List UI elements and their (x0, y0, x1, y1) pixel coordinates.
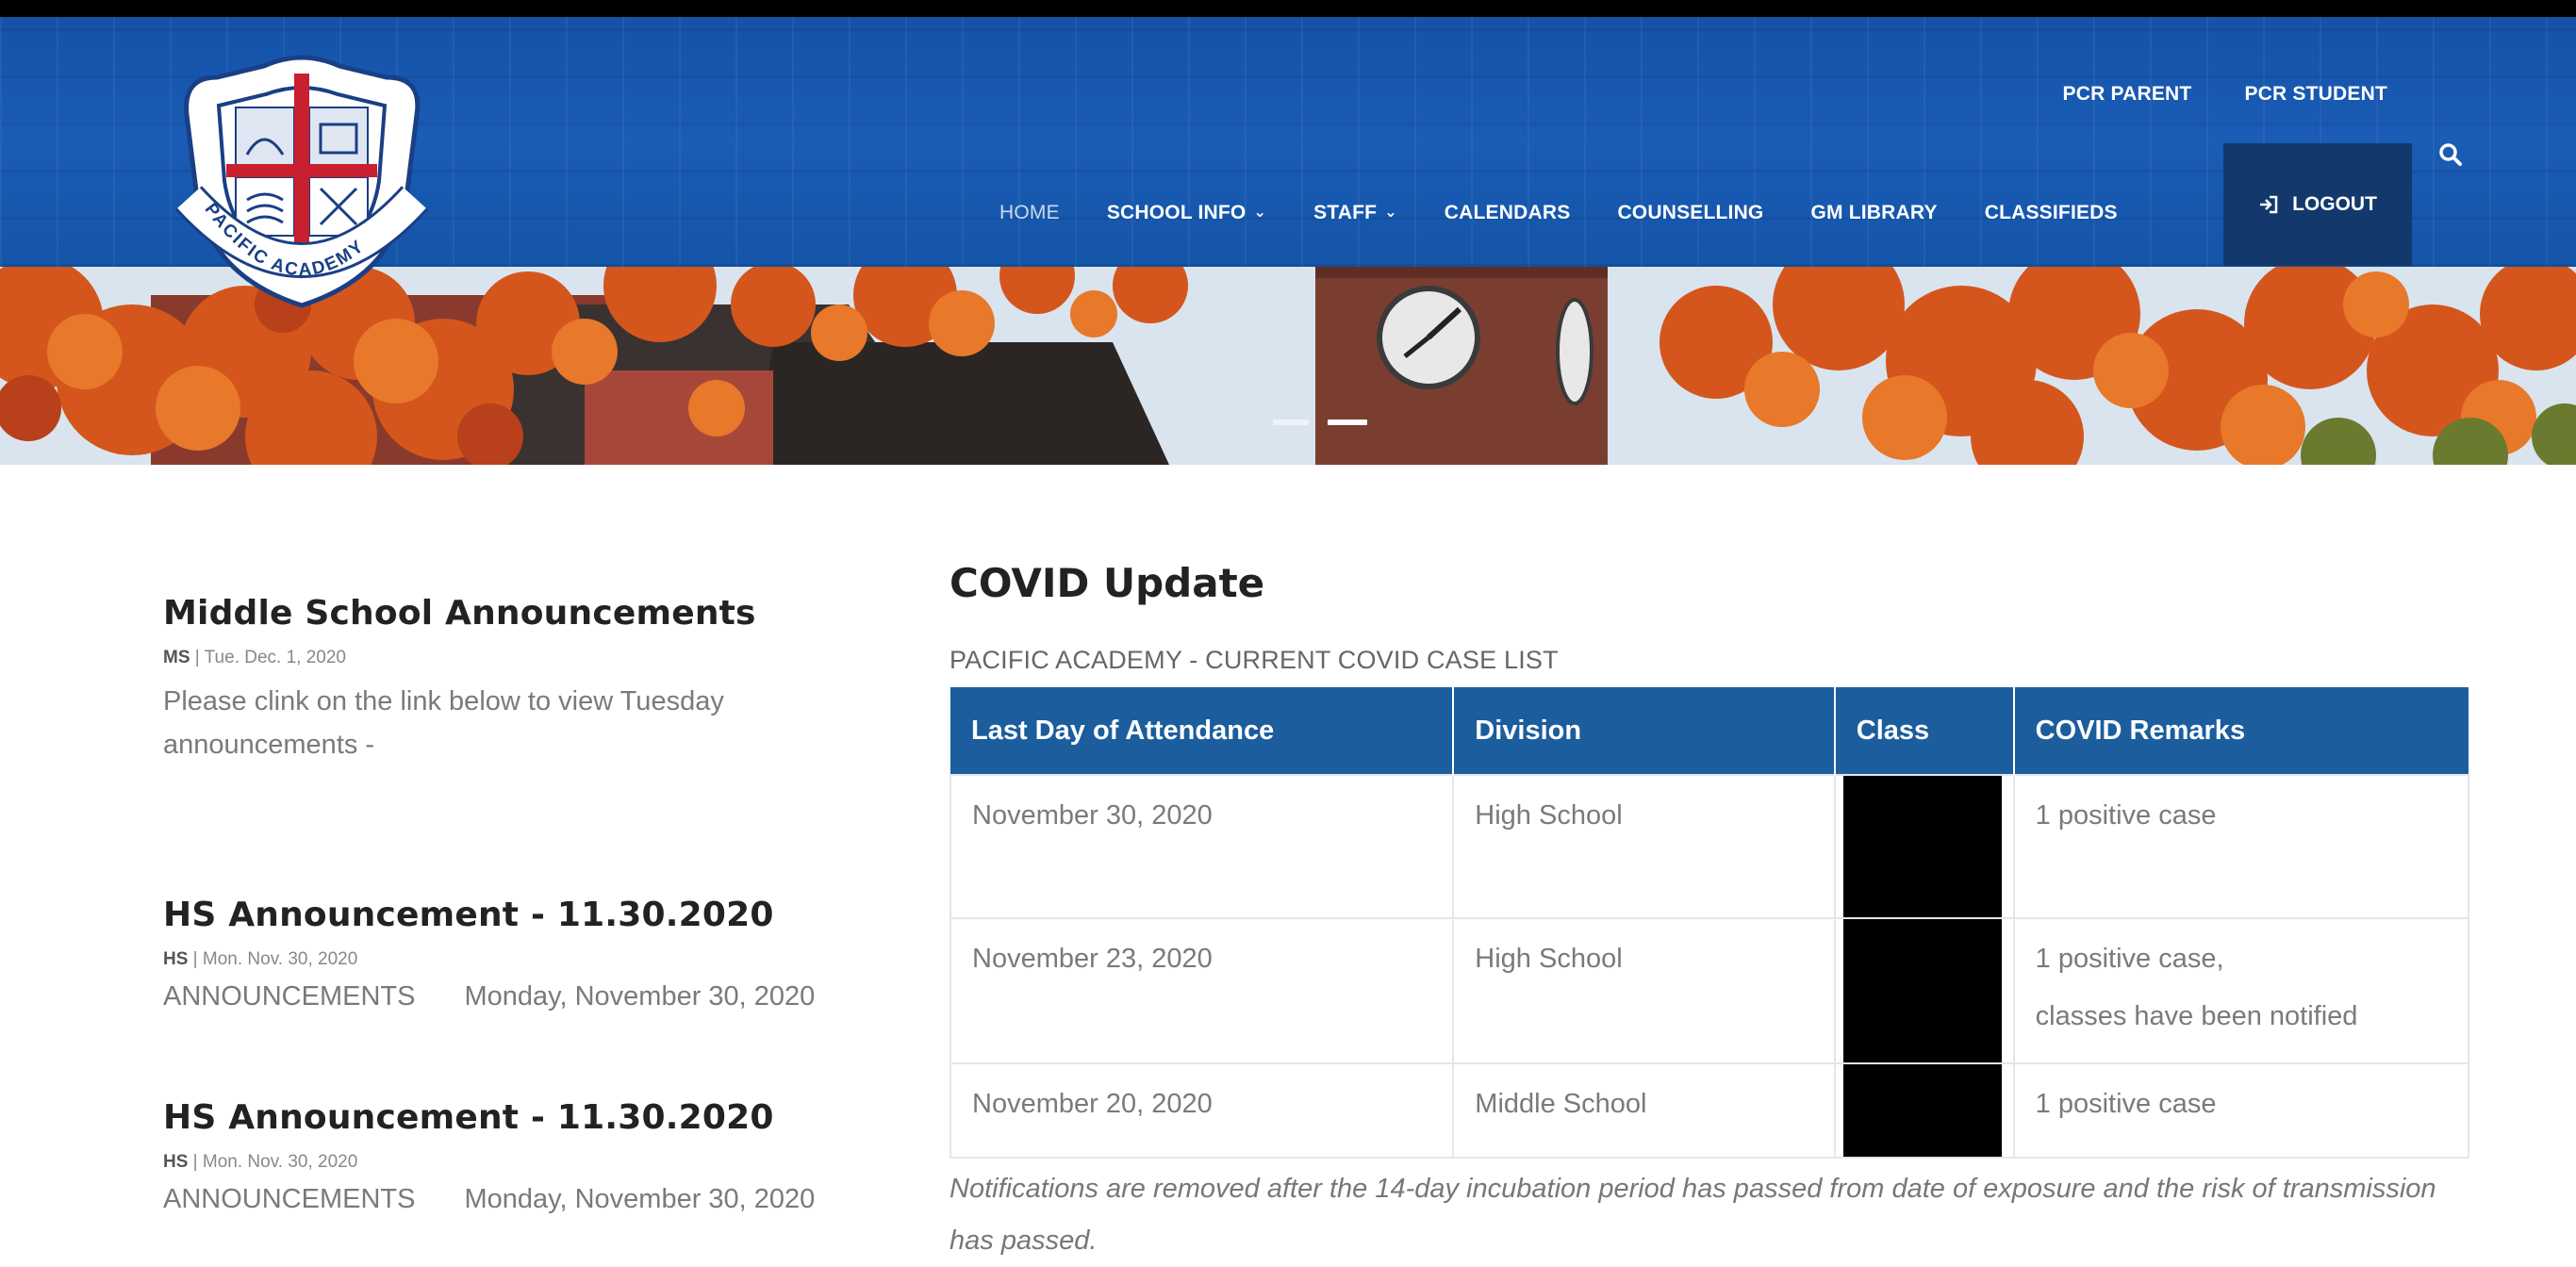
announcement-label: ANNOUNCEMENTS (163, 1184, 416, 1214)
announcement-date: Mon. Nov. 30, 2020 (202, 1152, 358, 1172)
nav-calendars-label: CALENDARS (1444, 202, 1571, 223)
redaction-bar (1842, 1064, 2002, 1157)
pcr-student-link[interactable]: PCR STUDENT (2244, 83, 2387, 106)
announcement-row: ANNOUNCEMENTS Monday, November 30, 2020 (163, 1184, 815, 1215)
announcement-meta: HS | Mon. Nov. 30, 2020 (163, 1152, 358, 1172)
nav-calendars[interactable]: CALENDARS (1445, 202, 1571, 224)
nav-home[interactable]: HOME (999, 202, 1060, 224)
main-nav: HOME SCHOOL INFO ⌄ STAFF ⌄ CALENDARS COUNS… (999, 202, 2165, 224)
table-header-row: Last Day of Attendance Division Class CO… (950, 687, 2469, 775)
announcement-item: HS Announcement - 11.30.2020 HS | Mon. N… (163, 1098, 815, 1215)
announcement-division: HS (163, 949, 189, 969)
covid-case-table: Last Day of Attendance Division Class CO… (949, 687, 2470, 1159)
nav-classifieds[interactable]: CLASSIFIEDS (1985, 202, 2118, 224)
announcement-meta: HS | Mon. Nov. 30, 2020 (163, 949, 358, 969)
cell-division: High School (1452, 917, 1836, 1064)
cell-date: November 23, 2020 (949, 917, 1455, 1064)
nav-school-info[interactable]: SCHOOL INFO ⌄ (1107, 202, 1266, 224)
chevron-down-icon: ⌄ (1384, 205, 1397, 221)
announcement-label: ANNOUNCEMENTS (163, 981, 416, 1012)
announcement-date: Mon. Nov. 30, 2020 (202, 949, 358, 969)
cell-remarks: 1 positive case (2012, 1062, 2470, 1159)
slider-dot-2[interactable] (1328, 420, 1367, 425)
announcement-body: Please clink on the link below to view T… (163, 686, 724, 760)
announcement-title[interactable]: HS Announcement - 11.30.2020 (163, 896, 815, 934)
column-header: Class (1834, 687, 2015, 775)
announcement-item: HS Announcement - 11.30.2020 HS | Mon. N… (163, 896, 815, 1012)
case-list-subtitle: PACIFIC ACADEMY - CURRENT COVID CASE LIS… (949, 646, 1559, 674)
nav-counselling[interactable]: COUNSELLING (1617, 202, 1763, 224)
slider-dot-1[interactable] (1273, 420, 1309, 425)
footnote: Notifications are removed after the 14-d… (949, 1174, 2436, 1256)
main-content: COVID Update PACIFIC ACADEMY - CURRENT C… (949, 560, 2477, 1256)
announcement-division: HS (163, 1152, 189, 1172)
chevron-down-icon: ⌄ (1253, 205, 1267, 221)
announcement-date: Tue. Dec. 1, 2020 (204, 648, 346, 667)
top-links: PCR PARENT PCR STUDENT (2063, 83, 2388, 106)
pcr-parent-link[interactable]: PCR PARENT (2063, 83, 2192, 106)
nav-staff[interactable]: STAFF ⌄ (1313, 202, 1397, 224)
announcement-title[interactable]: HS Announcement - 11.30.2020 (163, 1098, 815, 1137)
cell-class (1833, 1062, 2015, 1159)
remarks-line: classes have been notified (2035, 1001, 2358, 1031)
remarks-line: 1 positive case (2035, 1089, 2217, 1119)
nav-staff-label: STAFF (1313, 202, 1378, 223)
announcement-day: Monday, November 30, 2020 (464, 981, 816, 1012)
logout-icon (2258, 194, 2279, 215)
cell-division: Middle School (1452, 1062, 1836, 1159)
page-title: COVID Update (949, 560, 1265, 606)
cell-class (1833, 917, 2015, 1064)
remarks-line: 1 positive case (2035, 800, 2217, 831)
column-header: Last Day of Attendance (950, 687, 1455, 775)
announcement-item: Middle School Announcements MS | Tue. De… (163, 594, 842, 766)
redaction-bar (1842, 919, 2002, 1062)
logout-button[interactable]: LOGOUT (2223, 143, 2412, 266)
announcement-meta: MS | Tue. Dec. 1, 2020 (163, 648, 346, 667)
table-row: November 30, 2020 High School 1 positive… (949, 774, 2470, 919)
column-header: Division (1453, 687, 1836, 775)
cell-date: November 30, 2020 (949, 774, 1455, 919)
announcement-day: Monday, November 30, 2020 (464, 1184, 816, 1214)
cell-remarks: 1 positive case (2012, 774, 2470, 919)
announcement-division: MS (163, 648, 190, 667)
search-icon[interactable] (2437, 141, 2464, 168)
cell-division: High School (1452, 774, 1836, 919)
logout-label: LOGOUT (2292, 193, 2377, 215)
table-row: November 20, 2020 Middle School 1 positi… (949, 1062, 2470, 1159)
cell-class (1833, 774, 2015, 919)
nav-counselling-label: COUNSELLING (1617, 202, 1764, 223)
announcement-row: ANNOUNCEMENTS Monday, November 30, 2020 (163, 981, 815, 1012)
cell-date: November 20, 2020 (949, 1062, 1455, 1159)
nav-home-label: HOME (999, 202, 1060, 223)
school-logo[interactable]: PACIFIC ACADEMY (160, 40, 443, 313)
nav-gm-library-label: GM LIBRARY (1810, 202, 1938, 223)
nav-gm-library[interactable]: GM LIBRARY (1810, 202, 1937, 224)
announcement-title[interactable]: Middle School Announcements (163, 594, 842, 633)
table-row: November 23, 2020 High School 1 positive… (949, 917, 2470, 1064)
column-header: COVID Remarks (2013, 687, 2469, 775)
redaction-bar (1842, 776, 2002, 917)
top-black-strip (0, 0, 2576, 17)
cell-remarks: 1 positive case, classes have been notif… (2012, 917, 2470, 1064)
remarks-line: 1 positive case, (2035, 944, 2224, 974)
nav-classifieds-label: CLASSIFIEDS (1984, 202, 2118, 223)
nav-school-info-label: SCHOOL INFO (1106, 202, 1247, 223)
